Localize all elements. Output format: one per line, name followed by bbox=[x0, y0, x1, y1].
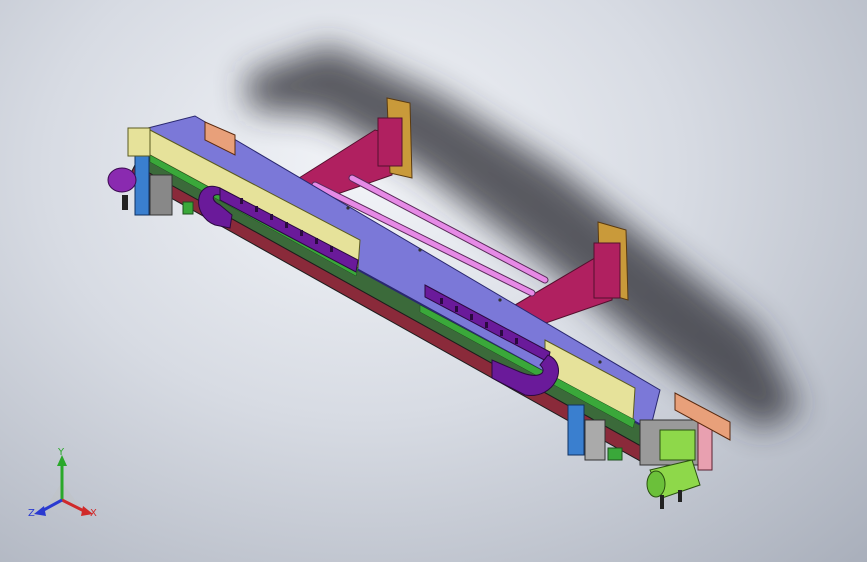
rear-foot bbox=[182, 201, 194, 215]
front-support-leg bbox=[567, 404, 585, 456]
rear-bolt bbox=[122, 195, 128, 210]
rear-bracket-block bbox=[377, 117, 403, 167]
front-motor-body bbox=[659, 429, 696, 461]
front-motor-face bbox=[646, 470, 666, 498]
axis-triad: Y X Z bbox=[28, 447, 97, 519]
rear-support-plate bbox=[149, 174, 173, 216]
plate-hole bbox=[418, 248, 422, 252]
y-axis-label: Y bbox=[57, 447, 65, 458]
plate-hole bbox=[598, 360, 602, 364]
z-axis-arrow bbox=[34, 506, 46, 516]
rear-endcap bbox=[127, 127, 151, 157]
rear-support-leg bbox=[134, 154, 150, 216]
z-axis-label: Z bbox=[28, 508, 35, 519]
x-axis-label: X bbox=[90, 508, 97, 519]
front-foot bbox=[607, 447, 623, 461]
plate-hole bbox=[346, 206, 350, 210]
front-cable bbox=[678, 490, 682, 502]
front-bracket-block bbox=[593, 242, 621, 299]
cad-viewport[interactable]: Y X Z bbox=[0, 0, 867, 562]
front-cable bbox=[660, 495, 664, 509]
rear-motor bbox=[107, 167, 137, 193]
front-support-plate bbox=[584, 419, 606, 461]
plate-hole bbox=[498, 298, 502, 302]
